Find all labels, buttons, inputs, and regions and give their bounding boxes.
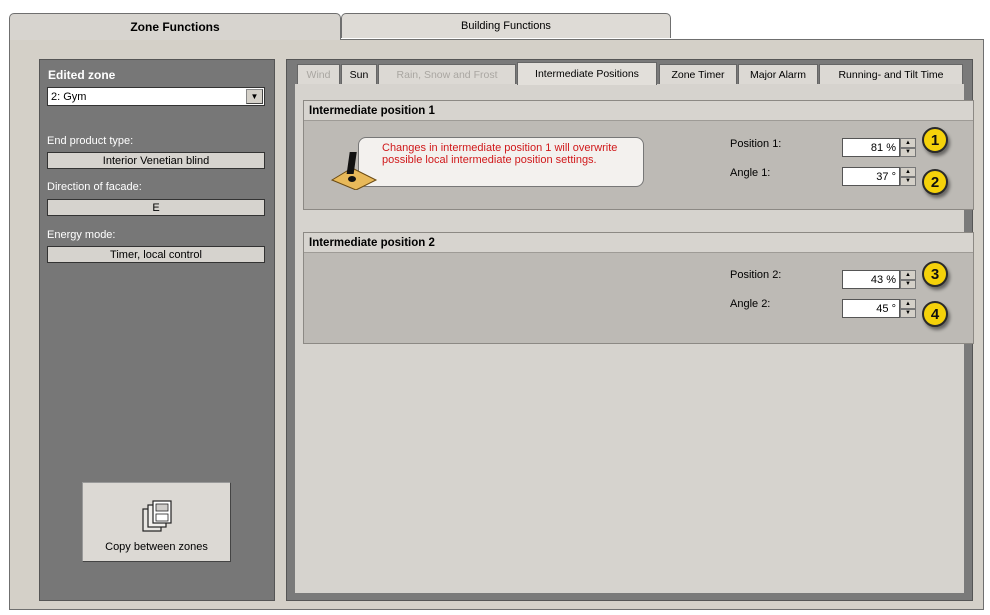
- angle-2-input[interactable]: 45 °: [842, 299, 900, 318]
- intermediate-position-1-title: Intermediate position 1: [304, 101, 973, 121]
- subtab-sun[interactable]: Sun: [341, 64, 377, 84]
- zone-select-value: 2: Gym: [51, 90, 87, 103]
- position-1-label: Position 1:: [730, 138, 782, 150]
- arrow-up-icon[interactable]: ▲: [900, 167, 916, 177]
- zone-select[interactable]: 2: Gym: [47, 87, 265, 106]
- arrow-up-icon[interactable]: ▲: [900, 270, 916, 280]
- warning-icon: [330, 152, 378, 190]
- arrow-down-icon[interactable]: ▼: [900, 176, 916, 186]
- arrow-down-icon[interactable]: ▼: [900, 279, 916, 289]
- angle-1-label: Angle 1:: [730, 167, 771, 179]
- chevron-down-icon: ▼: [250, 92, 259, 101]
- copy-between-zones-button[interactable]: Copy between zones: [82, 482, 231, 562]
- direction-label: Direction of facade:: [47, 181, 142, 193]
- callout-marker-4: 4: [922, 301, 948, 327]
- arrow-down-icon[interactable]: ▼: [900, 308, 916, 318]
- copy-button-label: Copy between zones: [105, 541, 208, 553]
- callout-marker-1: 1: [922, 127, 948, 153]
- position-1-stepper[interactable]: ▲ ▼: [900, 138, 916, 157]
- subtab-wind[interactable]: Wind: [297, 64, 340, 84]
- angle-1-stepper[interactable]: ▲ ▼: [900, 167, 916, 186]
- warning-message: Changes in intermediate position 1 will …: [382, 142, 618, 166]
- position-2-label: Position 2:: [730, 269, 782, 281]
- zone-select-dropdown-button[interactable]: ▼: [246, 89, 263, 104]
- direction-value: E: [47, 199, 265, 216]
- subtab-rain-snow-frost[interactable]: Rain, Snow and Frost: [378, 64, 516, 84]
- tab-zone-functions[interactable]: Zone Functions: [9, 13, 341, 40]
- energy-mode-value: Timer, local control: [47, 246, 265, 263]
- copy-zones-icon: [141, 500, 172, 532]
- subtab-zone-timer[interactable]: Zone Timer: [659, 64, 737, 84]
- position-2-input[interactable]: 43 %: [842, 270, 900, 289]
- energy-mode-label: Energy mode:: [47, 229, 116, 241]
- subtab-intermediate-positions[interactable]: Intermediate Positions: [517, 62, 657, 85]
- end-product-label: End product type:: [47, 135, 134, 147]
- position-2-stepper[interactable]: ▲ ▼: [900, 270, 916, 289]
- edited-zone-title: Edited zone: [48, 68, 116, 82]
- callout-marker-2: 2: [922, 169, 948, 195]
- intermediate-position-2-title: Intermediate position 2: [304, 233, 973, 253]
- arrow-up-icon[interactable]: ▲: [900, 299, 916, 309]
- callout-marker-3: 3: [922, 261, 948, 287]
- angle-2-label: Angle 2:: [730, 298, 771, 310]
- tab-building-functions[interactable]: Building Functions: [341, 13, 671, 38]
- arrow-up-icon[interactable]: ▲: [900, 138, 916, 148]
- end-product-value: Interior Venetian blind: [47, 152, 265, 169]
- subtab-running-tilt-time[interactable]: Running- and Tilt Time: [819, 64, 963, 84]
- subtab-major-alarm[interactable]: Major Alarm: [738, 64, 818, 84]
- arrow-down-icon[interactable]: ▼: [900, 147, 916, 157]
- angle-2-stepper[interactable]: ▲ ▼: [900, 299, 916, 318]
- angle-1-input[interactable]: 37 °: [842, 167, 900, 186]
- position-1-input[interactable]: 81 %: [842, 138, 900, 157]
